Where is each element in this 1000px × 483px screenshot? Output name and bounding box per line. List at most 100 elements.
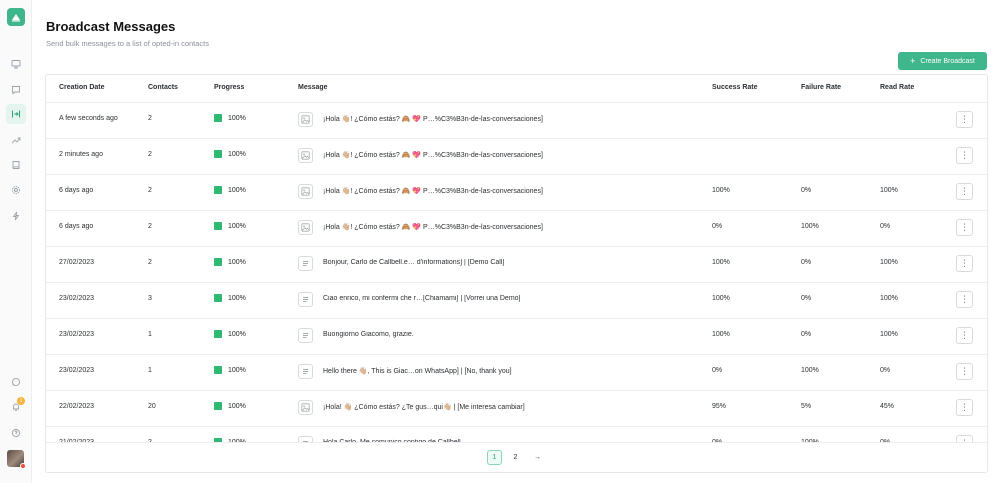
progress-indicator: 100% xyxy=(214,402,246,410)
col-message[interactable]: Message xyxy=(298,84,328,91)
contacts-count: 2 xyxy=(148,187,152,194)
progress-square-icon xyxy=(214,330,222,338)
row-menu-button[interactable]: ⋮ xyxy=(956,435,973,442)
failure-rate: 5% xyxy=(801,403,812,410)
chat-icon[interactable] xyxy=(8,82,24,98)
row-menu-button[interactable]: ⋮ xyxy=(956,399,973,416)
next-page-button[interactable]: → xyxy=(530,450,545,465)
message-preview[interactable]: Bonjour, Carlo de Callbell.e… d'informat… xyxy=(323,259,504,266)
message-preview[interactable]: Buongiorno Giacomo, grazie. xyxy=(323,331,414,338)
table-row[interactable]: 21/02/20232100%Hola Carlo, Me comunico c… xyxy=(46,426,987,442)
col-failure-rate[interactable]: Failure Rate xyxy=(801,84,841,91)
avatar[interactable] xyxy=(7,450,26,469)
book-icon[interactable] xyxy=(8,157,24,173)
read-rate: 100% xyxy=(880,187,898,194)
broadcast-icon[interactable] xyxy=(6,104,26,124)
image-icon xyxy=(298,184,313,199)
success-rate: 0% xyxy=(712,223,723,230)
table-row[interactable]: 27/02/2023 2 100% Bonjour, Carlo de Callbel… xyxy=(46,246,987,282)
pagination: 1 2 → xyxy=(46,442,987,472)
read-rate: 100% xyxy=(880,331,898,338)
progress-indicator: 100% xyxy=(214,150,246,158)
table-row[interactable]: 2 minutes ago 2 100% ¡Hola 👋🏼! ¿Cómo estás?… xyxy=(46,138,987,174)
success-rate: 0% xyxy=(712,367,723,374)
row-menu-button[interactable]: ⋮ xyxy=(956,363,973,380)
creation-date: 23/02/2023 xyxy=(59,367,95,374)
table-row[interactable]: 23/02/2023 3 100% Ciao enrico, mi confermi … xyxy=(46,282,987,318)
message-preview[interactable]: Ciao enrico, mi confermi che r…[Chiamami… xyxy=(323,295,521,302)
success-rate: 100% xyxy=(712,331,730,338)
col-creation-date[interactable]: Creation Date xyxy=(59,84,105,91)
col-progress[interactable]: Progress xyxy=(214,84,244,91)
logo-icon xyxy=(12,14,20,22)
page-1-button[interactable]: 1 xyxy=(487,450,502,465)
failure-rate: 0% xyxy=(801,259,812,266)
progress-square-icon xyxy=(214,366,222,374)
progress-value: 100% xyxy=(228,186,246,194)
table-row[interactable]: 6 days ago 2 100% ¡Hola 👋🏼! ¿Cómo estás? 🙈 … xyxy=(46,210,987,246)
trending-icon[interactable] xyxy=(8,132,24,148)
table-header: Creation Date Contacts Progress Message … xyxy=(46,75,987,102)
row-menu-button[interactable]: ⋮ xyxy=(956,111,973,128)
creation-date: 2 minutes ago xyxy=(59,151,103,158)
row-menu-button[interactable]: ⋮ xyxy=(956,183,973,200)
sidebar: 1 xyxy=(0,0,32,483)
read-rate: 100% xyxy=(880,259,898,266)
progress-value: 100% xyxy=(228,294,246,302)
failure-rate: 0% xyxy=(801,295,812,302)
message-preview[interactable]: ¡Hola 👋🏼! ¿Cómo estás? 🙈 💖 P…%C3%B3n-de-… xyxy=(323,151,543,159)
settings-icon[interactable] xyxy=(8,182,24,198)
contacts-count: 2 xyxy=(148,151,152,158)
text-icon xyxy=(298,256,313,271)
progress-value: 100% xyxy=(228,114,246,122)
text-icon xyxy=(298,328,313,343)
table-row[interactable]: 22/02/2023 20 100% ¡Hola! 👋🏼 ¿Cómo estás? ¿… xyxy=(46,390,987,426)
row-menu-button[interactable]: ⋮ xyxy=(956,327,973,344)
contacts-count: 3 xyxy=(148,295,152,302)
message-preview[interactable]: ¡Hola 👋🏼! ¿Cómo estás? 🙈 💖 P…%C3%B3n-de-… xyxy=(323,187,543,195)
failure-rate: 100% xyxy=(801,367,819,374)
row-menu-button[interactable]: ⋮ xyxy=(956,219,973,236)
progress-square-icon xyxy=(214,186,222,194)
creation-date: 6 days ago xyxy=(59,223,94,230)
home-logo[interactable] xyxy=(7,8,25,26)
creation-date: 22/02/2023 xyxy=(59,403,95,410)
contacts-count: 2 xyxy=(148,259,152,266)
table-row[interactable]: 6 days ago 2 100% ¡Hola 👋🏼! ¿Cómo estás? 🙈 … xyxy=(46,174,987,210)
message-preview[interactable]: Hello there 👋🏼, This is Giac…on WhatsApp… xyxy=(323,367,512,375)
col-read-rate[interactable]: Read Rate xyxy=(880,84,914,91)
contacts-count: 1 xyxy=(148,331,152,338)
monitor-icon[interactable] xyxy=(8,56,24,72)
creation-date: 23/02/2023 xyxy=(59,331,95,338)
row-menu-button[interactable]: ⋮ xyxy=(956,147,973,164)
progress-value: 100% xyxy=(228,330,246,338)
row-menu-button[interactable]: ⋮ xyxy=(956,291,973,308)
lightning-icon[interactable] xyxy=(8,208,24,224)
table-row[interactable]: A few seconds ago 2 100% ¡Hola 👋🏼! ¿Cómo es… xyxy=(46,102,987,138)
notification-badge: 1 xyxy=(17,397,25,405)
read-rate: 0% xyxy=(880,367,891,374)
message-preview[interactable]: ¡Hola 👋🏼! ¿Cómo estás? 🙈 💖 P…%C3%B3n-de-… xyxy=(323,223,543,231)
page-2-button[interactable]: 2 xyxy=(508,450,523,465)
bell-icon[interactable]: 1 xyxy=(8,397,25,415)
create-broadcast-button[interactable]: + Create Broadcast xyxy=(898,52,987,70)
progress-indicator: 100% xyxy=(214,294,246,302)
col-success-rate[interactable]: Success Rate xyxy=(712,84,758,91)
progress-square-icon xyxy=(214,402,222,410)
page-title: Broadcast Messages xyxy=(46,19,176,34)
table-row[interactable]: 23/02/2023 1 100% Buongiorno Giacomo, grazi… xyxy=(46,318,987,354)
failure-rate: 0% xyxy=(801,187,812,194)
help-icon[interactable] xyxy=(8,425,24,441)
col-contacts[interactable]: Contacts xyxy=(148,84,178,91)
create-broadcast-label: Create Broadcast xyxy=(920,57,975,65)
whatsapp-icon[interactable] xyxy=(8,374,24,390)
row-menu-button[interactable]: ⋮ xyxy=(956,255,973,272)
message-preview[interactable]: ¡Hola! 👋🏼 ¿Cómo estás? ¿Te gus…qui👋🏼 | [… xyxy=(323,403,525,411)
progress-indicator: 100% xyxy=(214,258,246,266)
success-rate: 100% xyxy=(712,295,730,302)
message-preview[interactable]: ¡Hola 👋🏼! ¿Cómo estás? 🙈 💖 P…%C3%B3n-de-… xyxy=(323,115,543,123)
contacts-count: 20 xyxy=(148,403,156,410)
image-icon xyxy=(298,400,313,415)
progress-indicator: 100% xyxy=(214,366,246,374)
table-row[interactable]: 23/02/2023 1 100% Hello there 👋🏼, This is G… xyxy=(46,354,987,390)
